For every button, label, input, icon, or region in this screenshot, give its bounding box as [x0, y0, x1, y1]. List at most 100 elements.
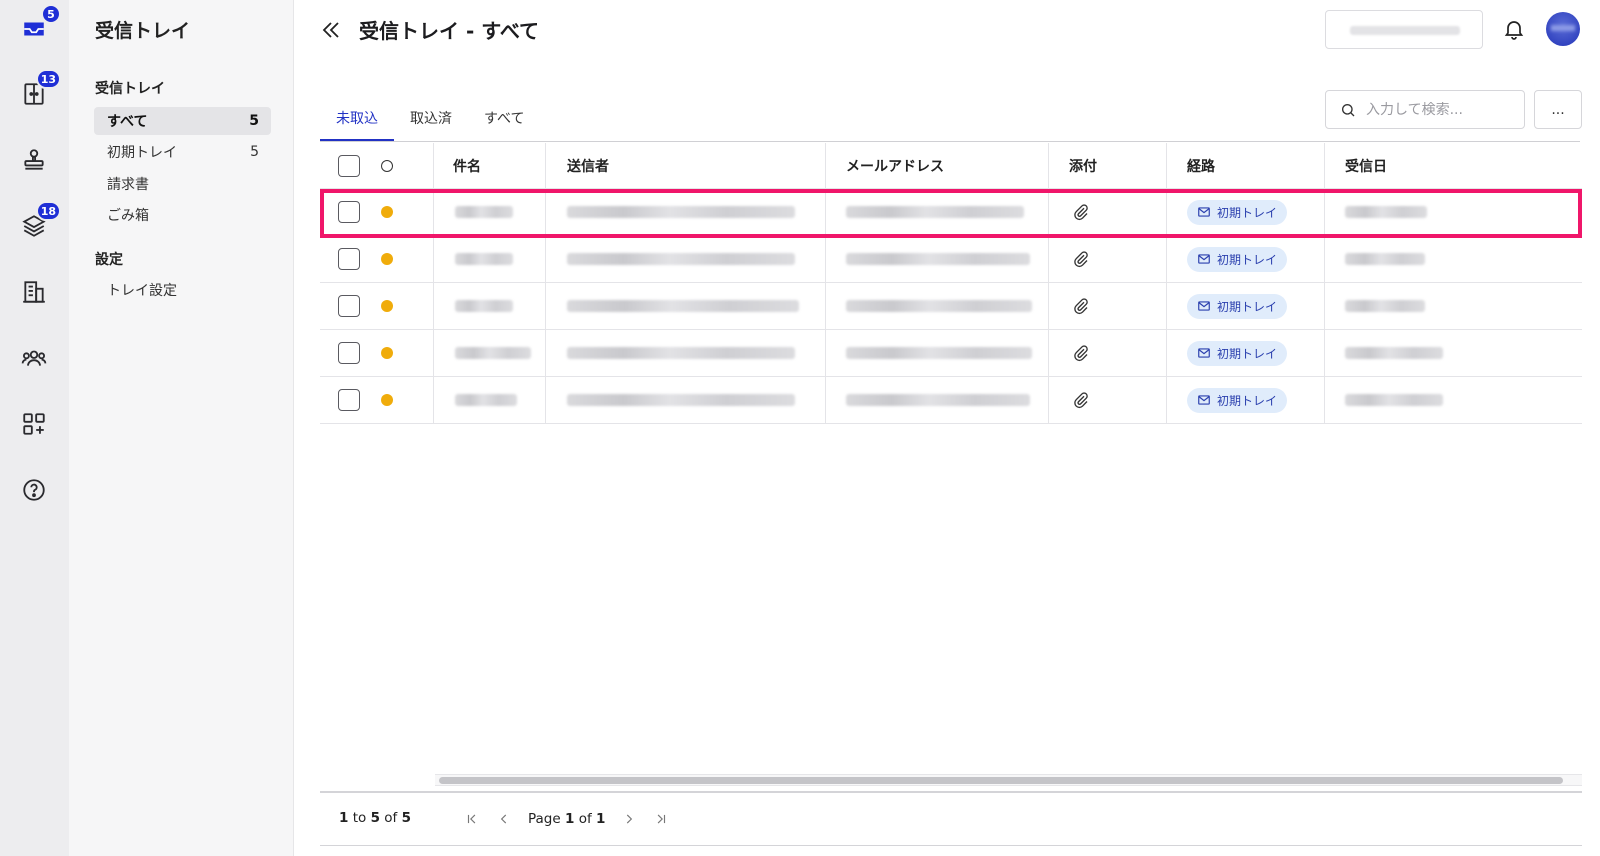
select-all-checkbox[interactable] [338, 154, 360, 177]
rail-stamp[interactable] [17, 143, 51, 177]
tab-not-imported[interactable]: 未取込 [320, 97, 394, 141]
route-label: 初期トレイ [1217, 252, 1278, 267]
building-icon [23, 281, 45, 303]
tab-imported[interactable]: 取込済 [394, 97, 468, 141]
row-count: 1 to 5 of 5 [339, 810, 411, 826]
rail-door[interactable]: 13 [17, 69, 61, 111]
select-all-cell [338, 143, 360, 188]
collapse-sidebar-button[interactable] [319, 18, 343, 42]
paperclip-icon[interactable] [1072, 203, 1090, 221]
icon-rail: 5 13 18 [0, 0, 69, 856]
search-input[interactable] [1366, 101, 1516, 118]
pagination: Page 1 of 1 [456, 808, 677, 830]
subject-redacted [455, 347, 531, 359]
row-checkbox[interactable] [338, 248, 360, 270]
tabs-divider [320, 141, 1580, 142]
sidebar-item-trash[interactable]: ごみ箱 [94, 201, 271, 229]
paperclip-icon[interactable] [1072, 391, 1090, 409]
table-row[interactable]: 初期トレイ [320, 377, 1582, 424]
inbox-sidebar: 受信トレイ 受信トレイ すべて 5 初期トレイ 5 請求書 ごみ箱 設定 トレイ… [69, 0, 294, 856]
rail-help[interactable] [17, 473, 51, 507]
table-row[interactable]: 初期トレイ [320, 189, 1582, 236]
row-checkbox[interactable] [338, 295, 360, 317]
column-header-sender[interactable]: 送信者 [567, 156, 609, 176]
page-indicator: Page 1 of 1 [528, 811, 606, 827]
rail-inbox[interactable]: 5 [17, 4, 61, 46]
status-tabs: 未取込 取込済 すべて [320, 97, 540, 141]
received-date-redacted [1345, 206, 1427, 218]
route-chip[interactable]: 初期トレイ [1187, 387, 1288, 413]
sender-redacted [567, 206, 795, 218]
sidebar-section-settings: 設定 [95, 252, 123, 268]
row-checkbox[interactable] [338, 342, 360, 364]
column-header-attachment[interactable]: 添付 [1069, 156, 1097, 176]
rail-badge: 13 [35, 69, 61, 89]
scrollbar-thumb[interactable] [439, 777, 1563, 784]
status-header-cell [381, 143, 393, 188]
mail-icon [1198, 395, 1210, 405]
sender-redacted [567, 347, 795, 359]
mail-icon [1198, 254, 1210, 264]
received-date-redacted [1345, 300, 1425, 312]
email-redacted [846, 300, 1032, 312]
table-row[interactable]: 初期トレイ [320, 283, 1582, 330]
route-chip[interactable]: 初期トレイ [1187, 293, 1288, 319]
table-row[interactable]: 初期トレイ [320, 236, 1582, 283]
double-chevron-left-icon [322, 22, 339, 38]
rail-building[interactable] [17, 275, 51, 309]
sidebar-item-count: 5 [249, 113, 259, 129]
column-header-route[interactable]: 経路 [1187, 156, 1215, 176]
table-row[interactable]: 初期トレイ [320, 330, 1582, 377]
sidebar-item-all[interactable]: すべて 5 [94, 107, 271, 135]
paperclip-icon[interactable] [1072, 344, 1090, 362]
sidebar-item-invoices[interactable]: 請求書 [94, 170, 271, 198]
route-chip[interactable]: 初期トレイ [1187, 340, 1288, 366]
inbox-table: 件名 送信者 メールアドレス 添付 経路 受信日 初期トレイ 初期トレイ 初期トレイ… [320, 143, 1582, 424]
search-box [1325, 90, 1525, 129]
row-checkbox[interactable] [338, 201, 360, 223]
avatar[interactable] [1546, 12, 1580, 46]
horizontal-scrollbar[interactable] [435, 774, 1582, 786]
bell-icon [1504, 21, 1524, 40]
last-page-icon [658, 814, 666, 824]
help-icon [23, 479, 45, 501]
column-header-received-date[interactable]: 受信日 [1345, 156, 1387, 176]
sender-redacted [567, 300, 799, 312]
route-label: 初期トレイ [1217, 393, 1278, 408]
header-redacted-field[interactable] [1325, 10, 1483, 49]
sidebar-item-initial-tray[interactable]: 初期トレイ 5 [94, 138, 271, 166]
rail-users[interactable] [17, 341, 51, 375]
first-page-button[interactable] [456, 808, 488, 830]
rail-apps[interactable] [17, 407, 51, 441]
last-page-button[interactable] [645, 808, 677, 830]
route-chip[interactable]: 初期トレイ [1187, 246, 1288, 272]
email-redacted [846, 347, 1032, 359]
column-header-subject[interactable]: 件名 [453, 156, 481, 176]
email-redacted [846, 206, 1024, 218]
sidebar-item-label: 初期トレイ [107, 145, 177, 161]
page-title: 受信トレイ - すべて [359, 19, 540, 43]
mail-icon [1198, 207, 1210, 217]
sidebar-title: 受信トレイ [95, 20, 191, 42]
notifications-button[interactable] [1502, 17, 1526, 41]
sender-redacted [567, 394, 795, 406]
received-date-redacted [1345, 394, 1443, 406]
rail-layers[interactable]: 18 [17, 201, 61, 243]
email-redacted [846, 253, 1030, 265]
tab-all[interactable]: すべて [468, 97, 540, 141]
subject-redacted [455, 206, 513, 218]
row-checkbox[interactable] [338, 389, 360, 411]
previous-page-button[interactable] [488, 808, 520, 830]
route-chip[interactable]: 初期トレイ [1187, 199, 1288, 225]
next-page-button[interactable] [613, 808, 645, 830]
sidebar-item-tray-settings[interactable]: トレイ設定 [94, 276, 271, 304]
unread-dot [381, 253, 393, 265]
subject-redacted [455, 394, 517, 406]
subject-redacted [455, 253, 513, 265]
apps-add-icon [23, 413, 45, 435]
paperclip-icon[interactable] [1072, 250, 1090, 268]
paperclip-icon[interactable] [1072, 297, 1090, 315]
received-date-redacted [1345, 347, 1443, 359]
more-options-button[interactable]: ... [1534, 90, 1582, 129]
column-header-email[interactable]: メールアドレス [846, 156, 944, 176]
